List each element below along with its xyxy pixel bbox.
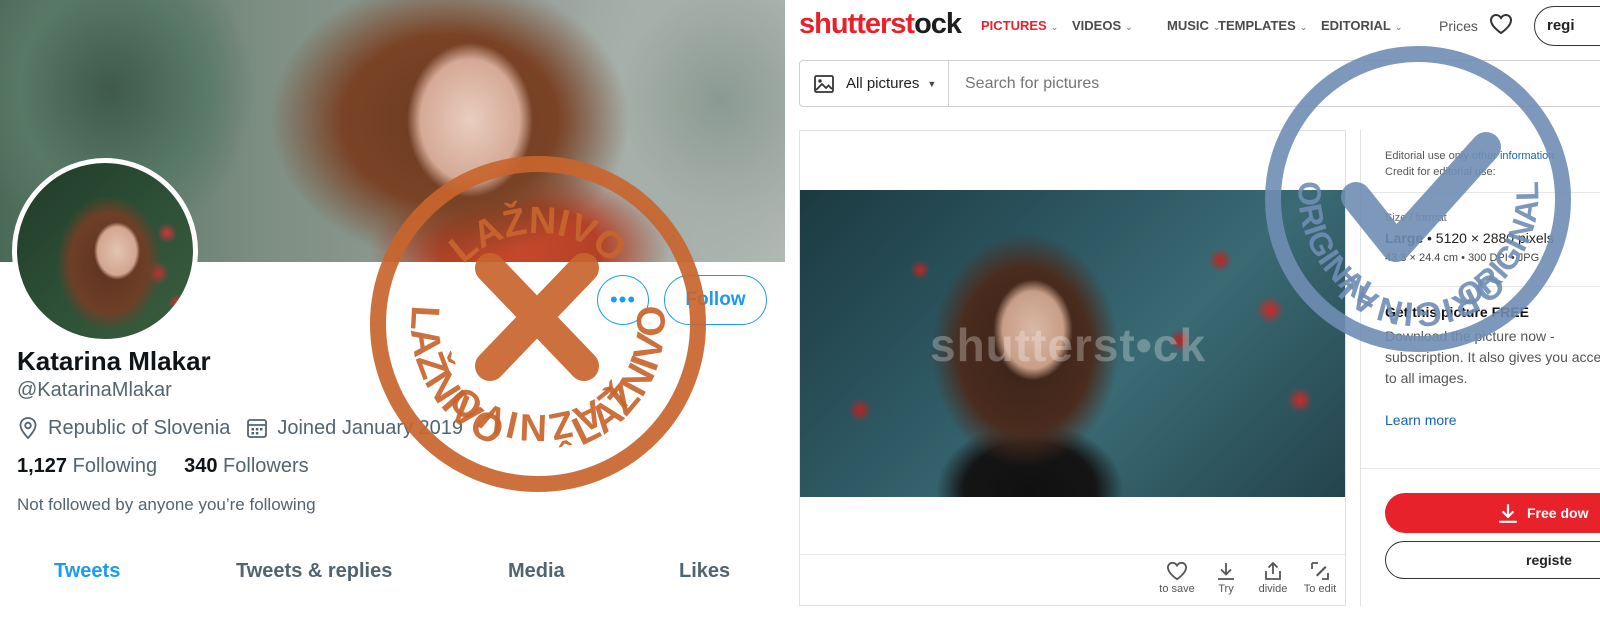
search-type-label: All pictures bbox=[846, 75, 920, 92]
divider bbox=[1361, 192, 1600, 193]
editorial-use-text: Editorial use only bbox=[1385, 150, 1469, 162]
save-action-label: to save bbox=[1159, 583, 1195, 595]
following-label: Following bbox=[72, 455, 158, 477]
free-offer-title: Get this picture FREE bbox=[1385, 304, 1529, 320]
calendar-icon bbox=[247, 419, 268, 438]
profile-joined: Joined January 2019 bbox=[277, 416, 464, 439]
watermark: shutterst•ck bbox=[930, 319, 1207, 371]
profile-tabs: Tweets Tweets & replies Media Likes bbox=[0, 560, 785, 600]
image-icon bbox=[814, 74, 834, 93]
location-pin-icon bbox=[19, 417, 37, 440]
profile-meta: Republic of Slovenia Joined January 2019 bbox=[17, 416, 463, 440]
divider bbox=[1361, 468, 1600, 469]
share-action[interactable]: divide bbox=[1249, 561, 1297, 595]
purchase-sidebar: Editorial use only other information Cre… bbox=[1360, 130, 1600, 606]
avatar[interactable] bbox=[12, 158, 198, 344]
editorial-info-link[interactable]: other information bbox=[1472, 150, 1555, 162]
download-icon bbox=[1218, 563, 1234, 580]
share-icon bbox=[1265, 561, 1281, 580]
fake-stamp-word-top-inverted: LAŽNIVO bbox=[442, 377, 634, 449]
heart-icon bbox=[1166, 561, 1188, 581]
nav-pictures[interactable]: PICTURES ⌄ bbox=[981, 18, 1058, 33]
follow-counts: 1,127 Following 340 Followers bbox=[17, 455, 309, 478]
caret-down-icon: ▼ bbox=[927, 78, 937, 89]
nav-templates[interactable]: TEMPLATES ⌄ bbox=[1218, 18, 1307, 33]
search-bar: All pictures ▼ bbox=[799, 60, 1600, 107]
editorial-notice: Editorial use only other information Cre… bbox=[1385, 148, 1600, 180]
tab-tweets[interactable]: Tweets bbox=[54, 560, 120, 583]
image-actions: to save Try divide To edit bbox=[800, 554, 1345, 605]
free-download-button[interactable]: Free dow bbox=[1385, 493, 1600, 533]
size-option[interactable]: Large • 5120 × 2880 pixels bbox=[1385, 230, 1554, 246]
followers-link[interactable]: 340 Followers bbox=[184, 455, 309, 478]
not-followed-note: Not followed by anyone you’re following bbox=[17, 495, 316, 514]
try-action[interactable]: Try bbox=[1202, 561, 1250, 595]
fake-stamp-x-mark bbox=[475, 253, 599, 381]
register-button[interactable]: registe bbox=[1385, 541, 1600, 579]
share-action-label: divide bbox=[1258, 583, 1288, 595]
profile-location: Republic of Slovenia bbox=[48, 416, 231, 439]
download-icon bbox=[1499, 504, 1517, 523]
fake-stamp-word-right: LAŽNIVO bbox=[566, 305, 674, 454]
search-input[interactable] bbox=[950, 61, 1550, 106]
followers-label: Followers bbox=[223, 455, 309, 477]
profile-handle: @KatarinaMlakar bbox=[17, 379, 172, 401]
more-options-button[interactable]: ••• bbox=[597, 275, 649, 325]
tab-tweets-replies[interactable]: Tweets & replies bbox=[236, 560, 392, 583]
tab-likes[interactable]: Likes bbox=[679, 560, 730, 583]
size-dimensions: 43.3 × 24.4 cm • 300 DPI • JPG bbox=[1385, 252, 1540, 264]
register-button-top[interactable]: regi bbox=[1534, 6, 1600, 46]
tab-media[interactable]: Media bbox=[508, 560, 565, 583]
search-type-dropdown[interactable]: All pictures ▼ bbox=[800, 61, 949, 106]
prices-link[interactable]: Prices bbox=[1439, 18, 1478, 34]
preview-photo[interactable]: shutterst•ck bbox=[800, 190, 1345, 497]
profile-name: Katarina Mlakar bbox=[17, 346, 211, 376]
chevron-down-icon: ⌄ bbox=[1299, 22, 1308, 32]
chevron-down-icon: ⌄ bbox=[1125, 22, 1133, 32]
learn-more-link[interactable]: Learn more bbox=[1385, 412, 1457, 428]
editorial-credit-text: Credit for editorial use: bbox=[1385, 166, 1496, 178]
favorites-heart-icon[interactable] bbox=[1489, 13, 1513, 35]
chevron-down-icon: ⌄ bbox=[1394, 22, 1403, 32]
nav-editorial[interactable]: EDITORIAL ⌄ bbox=[1321, 18, 1402, 33]
edit-icon bbox=[1311, 562, 1329, 580]
edit-action-label: To edit bbox=[1303, 583, 1337, 595]
nav-videos[interactable]: VIDEOS ⌄ bbox=[1072, 18, 1133, 33]
shutterstock-panel: shutterstock PICTURES ⌄ VIDEOS ⌄ MUSIC ⌄ TE… bbox=[785, 0, 1600, 618]
followers-count: 340 bbox=[184, 455, 218, 477]
size-label: Size / format bbox=[1385, 212, 1447, 224]
twitter-profile-panel: ••• Follow Katarina Mlakar @KatarinaMlak… bbox=[0, 0, 785, 618]
follow-button[interactable]: Follow bbox=[664, 275, 767, 325]
free-download-label: Free dow bbox=[1527, 505, 1589, 521]
shutterstock-logo[interactable]: shutterstock bbox=[799, 8, 962, 41]
free-offer-description: Download the picture now - subscription.… bbox=[1385, 328, 1600, 386]
image-viewer: shutterst•ck to save Try divide To edit bbox=[799, 130, 1346, 606]
chevron-down-icon: ⌄ bbox=[1050, 22, 1059, 32]
divider bbox=[1361, 286, 1600, 287]
edit-action[interactable]: To edit bbox=[1296, 561, 1344, 595]
more-icon: ••• bbox=[609, 287, 637, 312]
following-link[interactable]: 1,127 Following bbox=[17, 455, 157, 478]
save-action[interactable]: to save bbox=[1153, 561, 1201, 595]
try-action-label: Try bbox=[1218, 583, 1234, 595]
nav-music[interactable]: MUSIC ⌄ bbox=[1167, 18, 1220, 33]
following-count: 1,127 bbox=[17, 455, 68, 477]
